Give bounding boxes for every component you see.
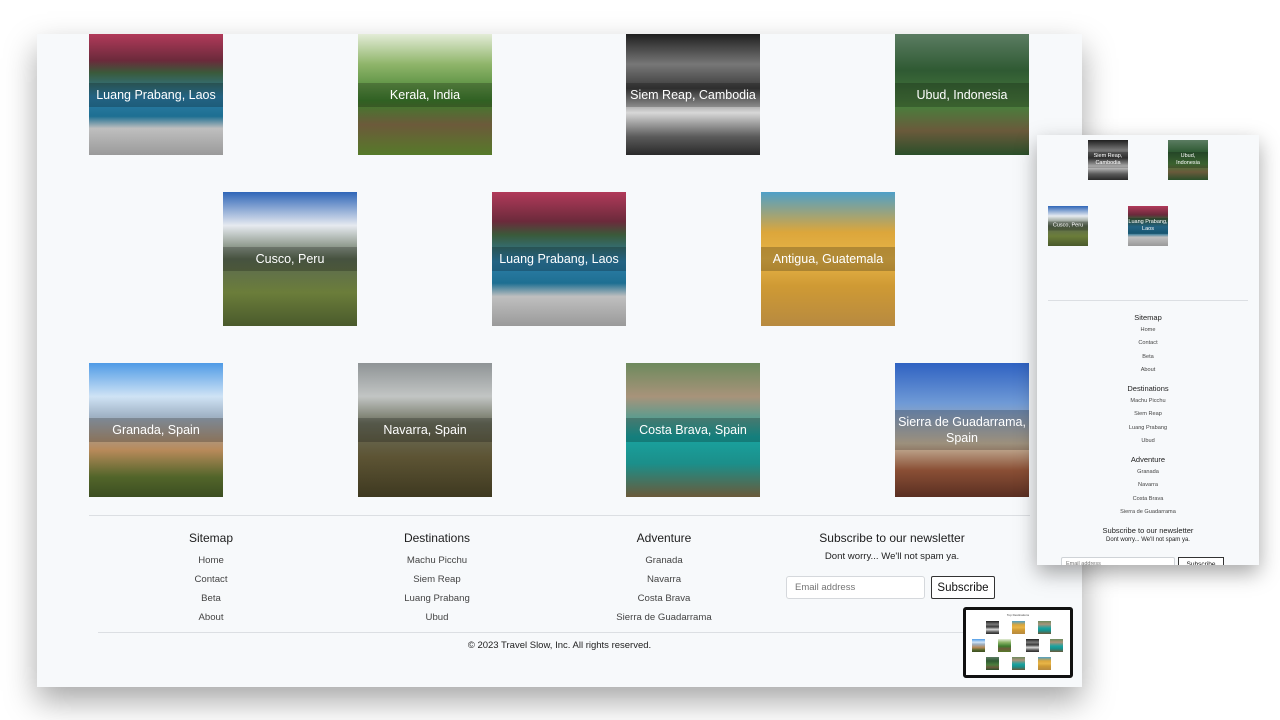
footer-link-navarra[interactable]: Navarra: [1037, 479, 1259, 492]
footer-heading: Sitemap: [1134, 313, 1162, 322]
thumb-card: [1026, 639, 1039, 652]
destination-card-ubud[interactable]: Ubud, Indonesia: [895, 34, 1029, 155]
footer-link-about[interactable]: About: [1037, 364, 1259, 377]
footer-heading: Destinations: [403, 531, 471, 545]
mobile-card-ubud[interactable]: Ubud, Indonesia: [1168, 140, 1208, 180]
thumb-card: [1012, 657, 1025, 670]
footer-link-luang-prabang[interactable]: Luang Prabang: [347, 589, 527, 608]
card-caption: Antigua, Guatemala: [761, 247, 895, 271]
destination-card-cusco[interactable]: Cusco, Peru: [223, 192, 357, 326]
newsletter-title: Subscribe to our newsletter: [819, 531, 965, 545]
footer-heading: Adventure: [636, 531, 692, 545]
card-caption: Cusco, Peru: [223, 247, 357, 271]
mobile-card-cusco[interactable]: Cusco, Peru: [1048, 206, 1088, 246]
footer-link-navarra[interactable]: Navarra: [574, 570, 754, 589]
mobile-footer-destinations: Destinations Machu Picchu Siem Reap Luan…: [1037, 384, 1259, 449]
destination-card-luang-prabang[interactable]: Luang Prabang, Laos: [89, 34, 223, 155]
card-caption: Luang Prabang, Laos: [89, 82, 223, 107]
mobile-subscribe-button[interactable]: Subscribe: [1178, 557, 1224, 565]
destination-card-navarra[interactable]: Navarra, Spain: [358, 363, 492, 497]
mobile-newsletter: Subscribe to our newsletter Dont worry..…: [1037, 526, 1259, 543]
footer-link-sierra-de-guadarrama[interactable]: Sierra de Guadarrama: [1037, 506, 1259, 519]
footer-heading: Destinations: [1127, 384, 1169, 393]
footer-link-siem-reap[interactable]: Siem Reap: [347, 570, 527, 589]
card-caption: Costa Brava, Spain: [626, 418, 760, 442]
card-caption: Luang Prabang, Laos: [1128, 218, 1168, 234]
card-caption: Siem Reap, Cambodia: [626, 82, 760, 107]
footer-link-home[interactable]: Home: [1037, 324, 1259, 337]
footer-link-granada[interactable]: Granada: [1037, 466, 1259, 479]
destination-card-kerala[interactable]: Kerala, India: [358, 34, 492, 155]
footer-link-about[interactable]: About: [121, 608, 301, 627]
thumb-card: [986, 621, 999, 634]
desktop-preview: Luang Prabang, Laos Kerala, India Siem R…: [37, 34, 1082, 687]
card-caption: Luang Prabang, Laos: [492, 247, 626, 271]
mobile-footer-adventure: Adventure Granada Navarra Costa Brava Si…: [1037, 455, 1259, 520]
footer-link-machu-picchu[interactable]: Machu Picchu: [347, 551, 527, 570]
footer-link-machu-picchu[interactable]: Machu Picchu: [1037, 395, 1259, 408]
mobile-email-input[interactable]: [1061, 557, 1175, 565]
footer-link-ubud[interactable]: Ubud: [1037, 435, 1259, 448]
card-caption: Granada, Spain: [89, 418, 223, 442]
footer-link-ubud[interactable]: Ubud: [347, 608, 527, 627]
destination-card-costa-brava[interactable]: Costa Brava, Spain: [626, 363, 760, 497]
card-caption: Ubud, Indonesia: [1168, 152, 1208, 168]
copyright-text: © 2023 Travel Slow, Inc. All rights rese…: [467, 640, 652, 651]
footer-link-beta[interactable]: Beta: [1037, 351, 1259, 364]
email-input[interactable]: [786, 576, 925, 599]
thumb-card: [1038, 621, 1051, 634]
footer-sitemap: Sitemap Home Contact Beta About: [121, 531, 301, 627]
footer-link-siem-reap[interactable]: Siem Reap: [1037, 408, 1259, 421]
footer-link-granada[interactable]: Granada: [574, 551, 754, 570]
mobile-card-luang-prabang[interactable]: Luang Prabang, Laos: [1128, 206, 1168, 246]
tablet-thumbnail[interactable]: Top Destinations: [963, 607, 1073, 678]
newsletter-subtitle: Dont worry... We'll not spam ya.: [1106, 537, 1190, 543]
card-caption: Kerala, India: [358, 82, 492, 107]
newsletter-subtitle: Dont worry... We'll not spam ya.: [824, 551, 960, 562]
thumb-card: [1050, 639, 1063, 652]
footer-divider: [89, 515, 1030, 516]
destination-card-siem-reap[interactable]: Siem Reap, Cambodia: [626, 34, 760, 155]
destination-card-antigua[interactable]: Antigua, Guatemala: [761, 192, 895, 326]
thumb-card: [1038, 657, 1051, 670]
footer-link-home[interactable]: Home: [121, 551, 301, 570]
thumb-card: [1012, 621, 1025, 634]
footer-link-contact[interactable]: Contact: [121, 570, 301, 589]
card-caption: Navarra, Spain: [358, 418, 492, 442]
newsletter-title: Subscribe to our newsletter: [1102, 526, 1194, 535]
footer-heading: Adventure: [1130, 455, 1166, 464]
footer-link-costa-brava[interactable]: Costa Brava: [574, 589, 754, 608]
thumbnail-title: Top Destinations: [1006, 613, 1030, 617]
thumb-card: [972, 639, 985, 652]
card-caption: Siem Reap, Cambodia: [1088, 152, 1128, 168]
mobile-preview: Siem Reap, Cambodia Ubud, Indonesia Cusc…: [1037, 135, 1259, 565]
thumb-card: [998, 639, 1011, 652]
mobile-footer-sitemap: Sitemap Home Contact Beta About: [1037, 313, 1259, 378]
footer-link-luang-prabang[interactable]: Luang Prabang: [1037, 422, 1259, 435]
footer-link-sierra-de-guadarrama[interactable]: Sierra de Guadarrama: [574, 608, 754, 627]
thumb-card: [986, 657, 999, 670]
newsletter-section: Subscribe to our newsletter Dont worry..…: [777, 531, 1007, 562]
footer-heading: Sitemap: [188, 531, 234, 545]
card-caption: Sierra de Guadarrama, Spain: [895, 410, 1029, 450]
footer-link-contact[interactable]: Contact: [1037, 337, 1259, 350]
subscribe-button[interactable]: Subscribe: [931, 576, 995, 599]
destination-card-sierra-de-guadarrama[interactable]: Sierra de Guadarrama, Spain: [895, 363, 1029, 497]
destination-card-luang-prabang-2[interactable]: Luang Prabang, Laos: [492, 192, 626, 326]
copyright-divider: [98, 632, 1023, 633]
card-caption: Cusco, Peru: [1048, 221, 1088, 231]
footer-link-costa-brava[interactable]: Costa Brava: [1037, 493, 1259, 506]
footer-adventure: Adventure Granada Navarra Costa Brava Si…: [574, 531, 754, 627]
destination-card-granada[interactable]: Granada, Spain: [89, 363, 223, 497]
mobile-card-siem-reap[interactable]: Siem Reap, Cambodia: [1088, 140, 1128, 180]
card-caption: Ubud, Indonesia: [895, 82, 1029, 107]
mobile-footer-divider: [1048, 300, 1248, 301]
footer-link-beta[interactable]: Beta: [121, 589, 301, 608]
footer-destinations: Destinations Machu Picchu Siem Reap Luan…: [347, 531, 527, 627]
